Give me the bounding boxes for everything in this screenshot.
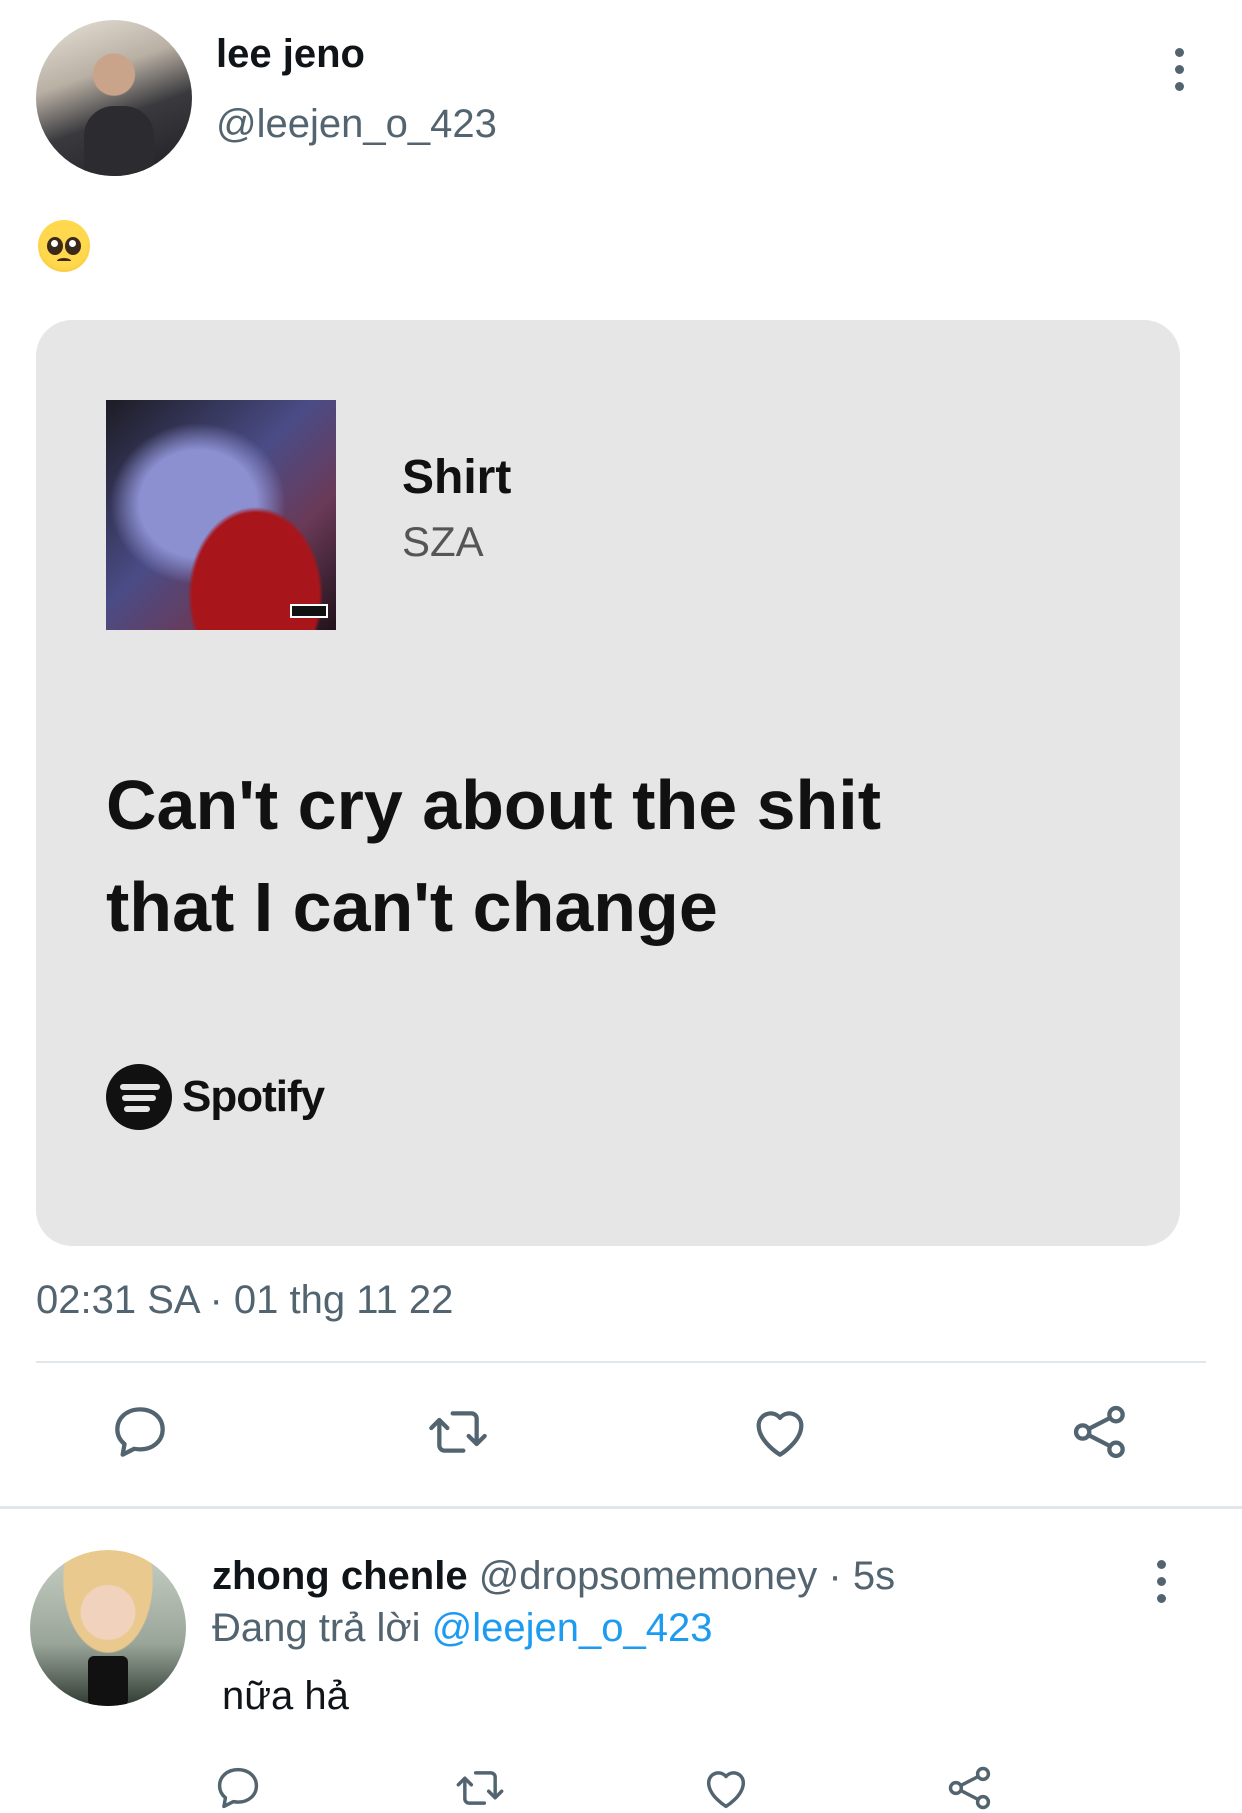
share-icon[interactable] (1068, 1400, 1132, 1464)
tweet-timestamp[interactable]: 02:31 SA · 01 thg 11 22 (36, 1278, 453, 1323)
like-icon[interactable] (748, 1400, 812, 1464)
tweet-actions (0, 1400, 1242, 1480)
spotify-brand: Spotify (106, 1062, 325, 1132)
divider (36, 1361, 1206, 1363)
author-avatar[interactable] (36, 20, 192, 176)
album-cover (106, 400, 336, 630)
author-name[interactable]: lee jeno (216, 32, 365, 77)
song-title: Shirt (402, 451, 512, 504)
replying-to: Đang trả lời @leejen_o_423 (212, 1606, 713, 1651)
more-options-icon[interactable] (1166, 48, 1192, 92)
main-tweet: lee jeno @leejen_o_423 Shirt SZA Can't c… (0, 0, 1242, 1510)
song-artist: SZA (402, 518, 484, 565)
spotify-wordmark: Spotify (182, 1072, 325, 1121)
reply-time[interactable]: 5s (853, 1554, 895, 1598)
spotify-lyric-card[interactable]: Shirt SZA Can't cry about the shit that … (36, 320, 1180, 1246)
reply-icon[interactable] (108, 1400, 172, 1464)
pleading-face-emoji (38, 220, 90, 272)
retweet-icon[interactable] (426, 1400, 490, 1464)
share-icon[interactable] (944, 1762, 996, 1813)
replying-prefix: Đang trả lời (212, 1606, 421, 1650)
retweet-icon[interactable] (454, 1762, 506, 1813)
replying-mention[interactable]: @leejen_o_423 (432, 1606, 713, 1650)
reply-tweet: zhong chenle @dropsomemoney · 5s Đang tr… (0, 1510, 1242, 1813)
separator-dot: · (828, 1554, 842, 1598)
reply-author-name[interactable]: zhong chenle (212, 1554, 468, 1598)
reply-author-avatar[interactable] (30, 1550, 186, 1706)
spotify-logo-icon (106, 1064, 172, 1130)
lyric-line: Can't cry about the shit (106, 766, 882, 844)
tweet-separator (0, 1506, 1242, 1509)
reply-header: zhong chenle @dropsomemoney · 5s (212, 1554, 895, 1599)
author-handle[interactable]: @leejen_o_423 (216, 102, 497, 147)
lyric-line: that I can't change (106, 868, 718, 946)
parental-advisory-label (290, 604, 328, 618)
reply-actions (0, 1762, 1242, 1813)
lyric-text: Can't cry about the shit that I can't ch… (106, 754, 1006, 958)
reply-icon[interactable] (212, 1762, 264, 1813)
more-options-icon[interactable] (1148, 1560, 1174, 1604)
like-icon[interactable] (700, 1762, 752, 1813)
reply-text: nữa hả (222, 1674, 349, 1718)
reply-author-handle[interactable]: @dropsomemoney (479, 1554, 818, 1598)
